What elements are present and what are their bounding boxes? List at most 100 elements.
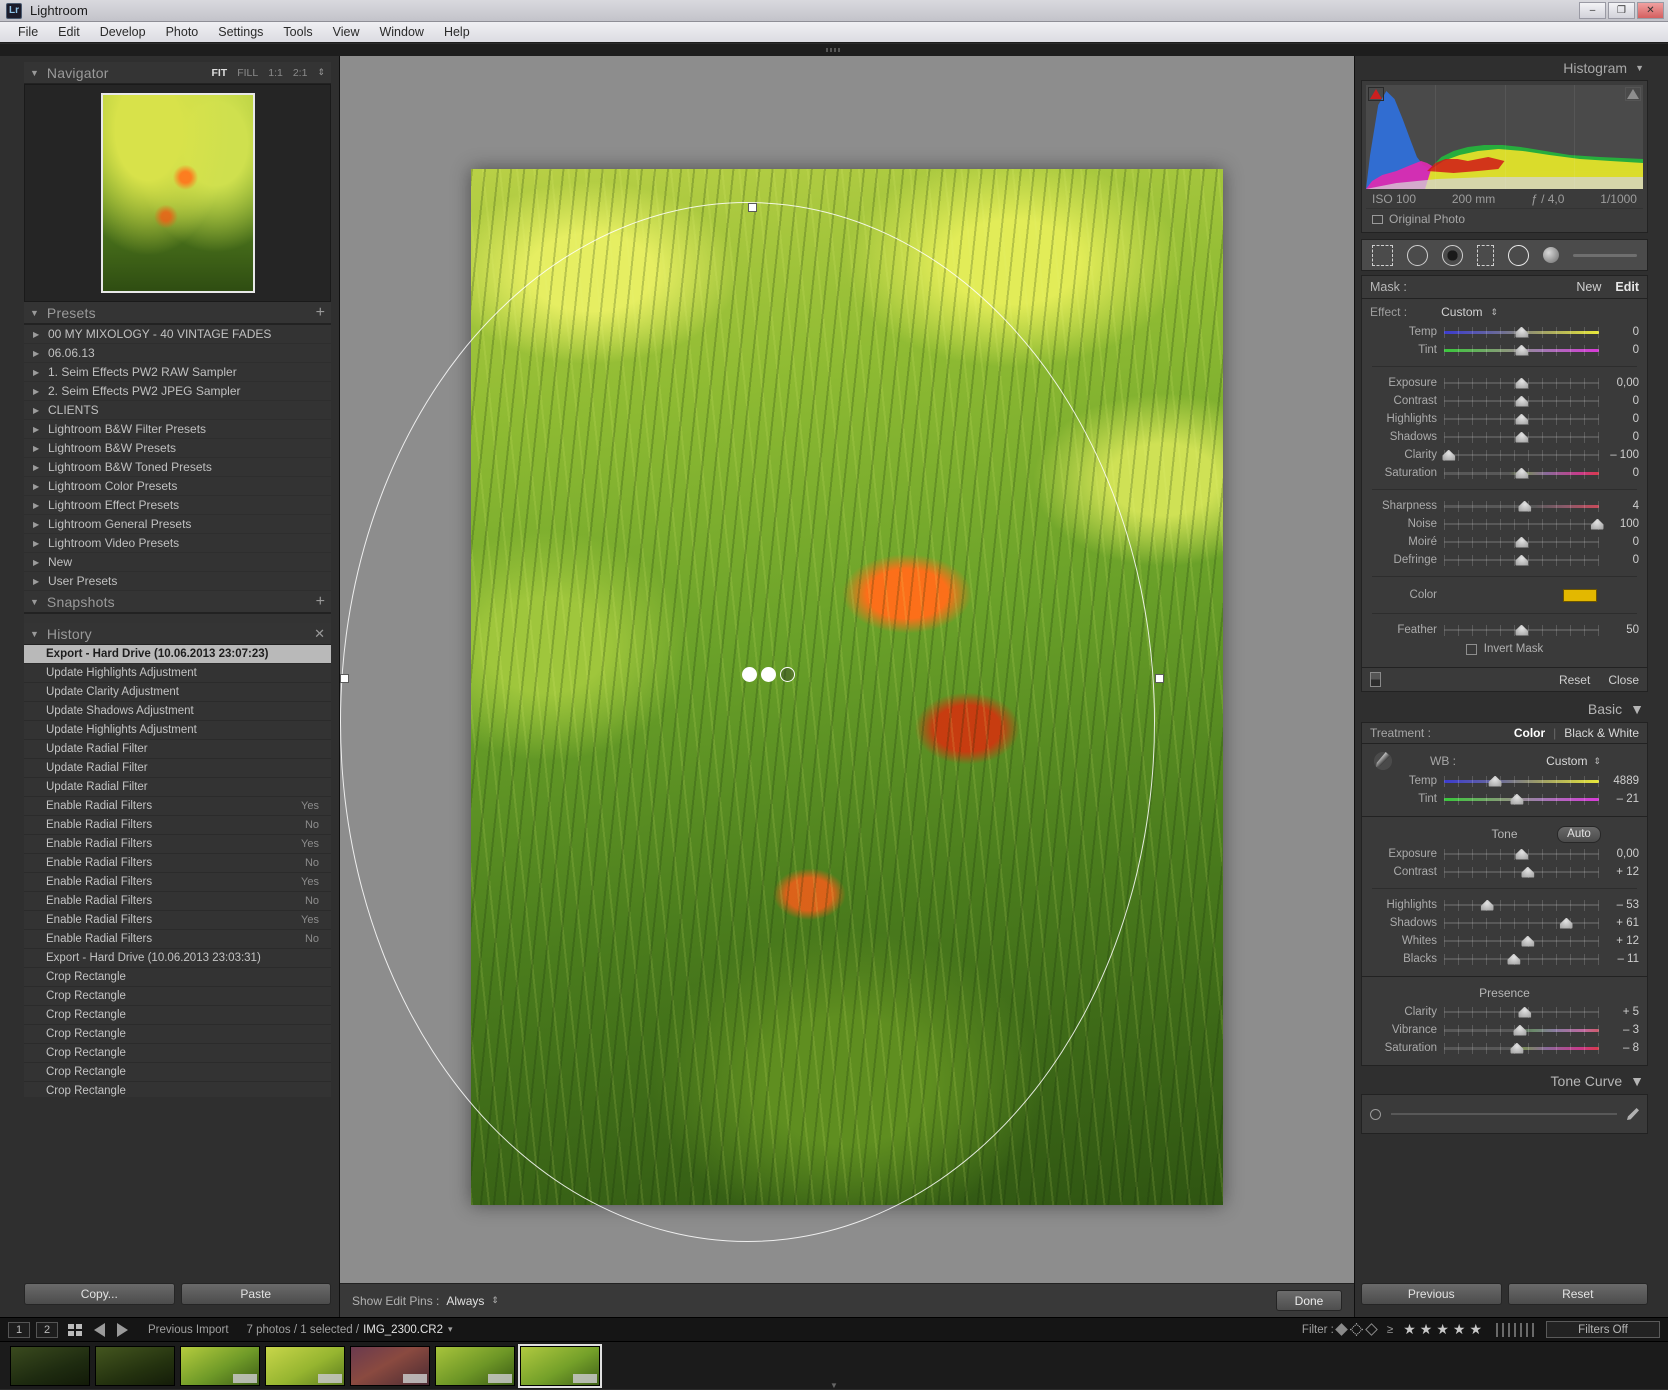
basic-highlights-value[interactable]: – 53 xyxy=(1599,899,1639,911)
next-photo-arrow-icon[interactable] xyxy=(117,1323,128,1337)
basic-wb-temp-slider-row[interactable]: Temp4889 xyxy=(1370,772,1639,790)
mask-close-button[interactable]: Close xyxy=(1608,673,1639,687)
preset-disclosure-icon[interactable]: ▶ xyxy=(33,406,39,415)
basic-vibrance-value[interactable]: – 3 xyxy=(1599,1024,1639,1036)
add-snapshot-icon[interactable]: + xyxy=(316,594,325,610)
filmstrip-thumbnail[interactable] xyxy=(265,1346,345,1386)
preset-group-item[interactable]: ▶Lightroom Video Presets xyxy=(24,534,331,553)
menu-settings[interactable]: Settings xyxy=(208,24,273,40)
snapshots-header[interactable]: ▼ Snapshots + xyxy=(24,591,331,613)
preset-group-item[interactable]: ▶06.06.13 xyxy=(24,344,331,363)
mask-noise-track[interactable] xyxy=(1444,519,1599,530)
mask-contrast-slider-row[interactable]: Contrast0 xyxy=(1370,392,1639,410)
mask-tint-slider-row[interactable]: Tint0 xyxy=(1370,341,1639,359)
history-row[interactable]: Crop Rectangle xyxy=(24,1006,331,1025)
basic-disclosure-icon[interactable]: ▼ xyxy=(1630,701,1644,717)
basic-saturation-slider-row[interactable]: Saturation– 8 xyxy=(1370,1039,1639,1057)
feather-value[interactable]: 50 xyxy=(1599,624,1639,636)
preset-disclosure-icon[interactable]: ▶ xyxy=(33,501,39,510)
basic-highlights-slider-row[interactable]: Highlights– 53 xyxy=(1370,896,1639,914)
basic-exposure-slider-row[interactable]: Exposure0,00 xyxy=(1370,845,1639,863)
grid-view-icon[interactable] xyxy=(68,1324,82,1336)
basic-clarity-track[interactable] xyxy=(1444,1007,1599,1018)
preset-disclosure-icon[interactable]: ▶ xyxy=(33,425,39,434)
close-button[interactable]: ✕ xyxy=(1637,2,1664,19)
feather-slider-row[interactable]: Feather50 xyxy=(1370,621,1639,639)
filmstrip-thumbnail[interactable] xyxy=(95,1346,175,1386)
preset-disclosure-icon[interactable]: ▶ xyxy=(33,349,39,358)
rating-star-4[interactable]: ★ xyxy=(1453,1321,1466,1337)
color-label-chip-5[interactable] xyxy=(1520,1323,1522,1337)
top-panel-toggle[interactable] xyxy=(0,44,1668,56)
shadow-clipping-indicator[interactable] xyxy=(1368,87,1384,101)
history-row[interactable]: Crop Rectangle xyxy=(24,968,331,987)
navigator-mode-2to1[interactable]: 2:1 xyxy=(293,67,308,79)
filmstrip-thumbnail[interactable] xyxy=(350,1346,430,1386)
red-eye-tool-icon[interactable] xyxy=(1442,245,1463,266)
tone-curve-bar[interactable] xyxy=(1391,1113,1617,1115)
auto-tone-button[interactable]: Auto xyxy=(1557,826,1601,843)
previous-photo-arrow-icon[interactable] xyxy=(94,1323,105,1337)
mask-clarity-track[interactable] xyxy=(1444,450,1599,461)
filmstrip-thumbnail[interactable] xyxy=(10,1346,90,1386)
navigator-header[interactable]: ▼ Navigator FIT FILL 1:1 2:1 ⇕ xyxy=(24,62,331,84)
menu-edit[interactable]: Edit xyxy=(48,24,90,40)
basic-wb-temp-track[interactable] xyxy=(1444,776,1599,787)
mask-highlights-slider-row[interactable]: Highlights0 xyxy=(1370,410,1639,428)
color-label-chip-1[interactable] xyxy=(1496,1323,1498,1337)
mask-shadows-slider-row[interactable]: Shadows0 xyxy=(1370,428,1639,446)
wb-chevron-icon[interactable]: ⇕ xyxy=(1593,757,1601,766)
mask-saturation-value[interactable]: 0 xyxy=(1599,467,1639,479)
flag-unflagged-icon[interactable] xyxy=(1350,1323,1363,1336)
tone-curve-disclosure-icon[interactable]: ▼ xyxy=(1630,1073,1644,1089)
edit-pin-1[interactable] xyxy=(742,667,757,682)
preset-group-item[interactable]: ▶Lightroom B&W Presets xyxy=(24,439,331,458)
mask-temp-track[interactable] xyxy=(1444,327,1599,338)
preset-disclosure-icon[interactable]: ▶ xyxy=(33,368,39,377)
rating-star-1[interactable]: ★ xyxy=(1403,1321,1416,1337)
show-edit-pins-chevron-icon[interactable]: ⇕ xyxy=(491,1295,499,1306)
rating-star-2[interactable]: ★ xyxy=(1420,1321,1433,1337)
basic-shadows-slider-row[interactable]: Shadows+ 61 xyxy=(1370,914,1639,932)
mask-contrast-value[interactable]: 0 xyxy=(1599,395,1639,407)
color-label-chips[interactable] xyxy=(1494,1324,1536,1336)
mask-sharpness-slider-row[interactable]: Sharpness4 xyxy=(1370,497,1639,515)
maximize-button[interactable]: ❐ xyxy=(1608,2,1635,19)
mask-reset-button[interactable]: Reset xyxy=(1559,673,1590,687)
filmstrip-thumbnail[interactable] xyxy=(435,1346,515,1386)
original-photo-row[interactable]: Original Photo xyxy=(1366,208,1643,228)
presets-disclosure-icon[interactable]: ▼ xyxy=(30,308,39,318)
menu-photo[interactable]: Photo xyxy=(156,24,209,40)
mask-color-row[interactable]: Color xyxy=(1370,584,1639,606)
radial-filter-tool-icon[interactable] xyxy=(1508,245,1529,266)
presets-header[interactable]: ▼ Presets + xyxy=(24,302,331,324)
main-photo[interactable] xyxy=(471,169,1223,1205)
basic-clarity-value[interactable]: + 5 xyxy=(1599,1006,1639,1018)
filmstrip-thumbnail[interactable] xyxy=(180,1346,260,1386)
history-row[interactable]: Enable Radial FiltersYes xyxy=(24,797,331,816)
color-label-chip-2[interactable] xyxy=(1502,1323,1504,1337)
basic-blacks-slider-row[interactable]: Blacks– 11 xyxy=(1370,950,1639,968)
history-row[interactable]: Enable Radial FiltersYes xyxy=(24,911,331,930)
navigator-disclosure-icon[interactable]: ▼ xyxy=(30,68,39,78)
radial-handle-left[interactable] xyxy=(340,674,349,683)
treatment-color-option[interactable]: Color xyxy=(1514,726,1545,740)
preset-disclosure-icon[interactable]: ▶ xyxy=(33,444,39,453)
page-1-button[interactable]: 1 xyxy=(8,1322,30,1338)
spot-removal-tool-icon[interactable] xyxy=(1407,245,1428,266)
history-row[interactable]: Update Radial Filter xyxy=(24,759,331,778)
adjustment-brush-tool-icon[interactable] xyxy=(1543,247,1559,263)
effect-selector-row[interactable]: Effect : Custom ⇕ xyxy=(1370,305,1639,319)
preset-disclosure-icon[interactable]: ▶ xyxy=(33,482,39,491)
menu-tools[interactable]: Tools xyxy=(273,24,322,40)
history-row[interactable]: Crop Rectangle xyxy=(24,987,331,1006)
history-row[interactable]: Enable Radial FiltersNo xyxy=(24,892,331,911)
flag-rejected-icon[interactable] xyxy=(1365,1323,1378,1336)
mask-highlights-track[interactable] xyxy=(1444,414,1599,425)
history-header[interactable]: ▼ History ✕ xyxy=(24,623,331,645)
basic-whites-track[interactable] xyxy=(1444,936,1599,947)
histogram-disclosure-icon[interactable]: ▼ xyxy=(1635,63,1644,73)
mask-saturation-slider-row[interactable]: Saturation0 xyxy=(1370,464,1639,482)
radial-handle-top[interactable] xyxy=(748,203,757,212)
preset-disclosure-icon[interactable]: ▶ xyxy=(33,577,39,586)
